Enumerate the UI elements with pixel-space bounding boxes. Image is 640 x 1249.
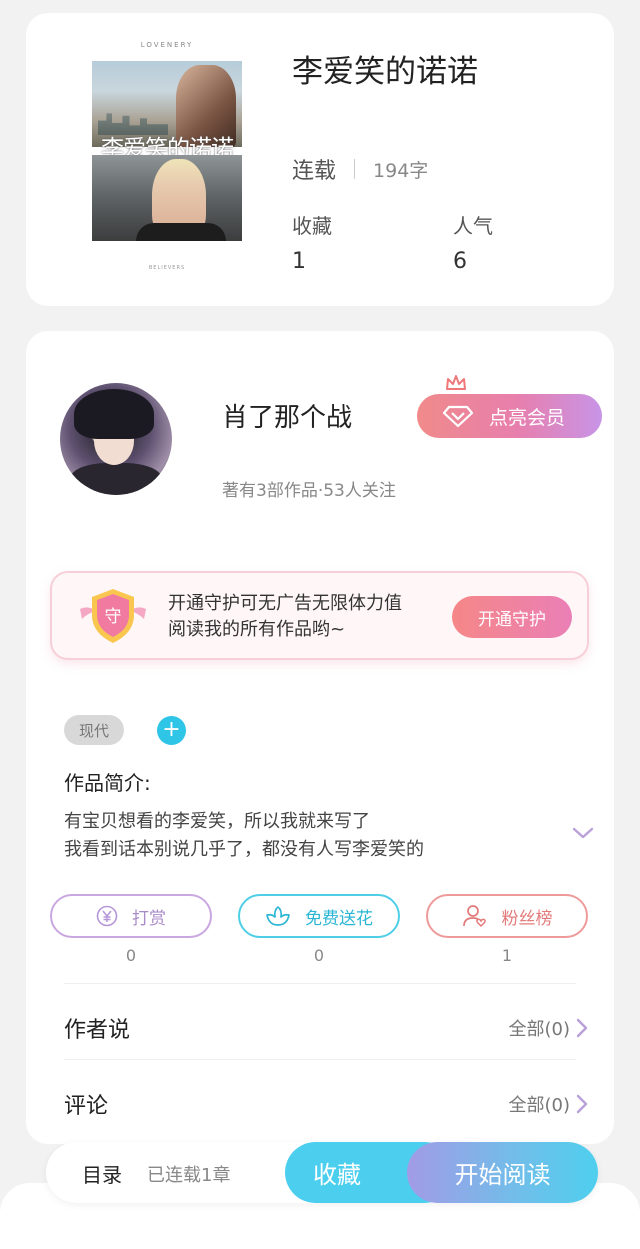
author-info: 著有3部作品·53人关注 <box>222 481 396 501</box>
favorites-value: 1 <box>292 249 306 274</box>
cover-photo-bottom <box>92 155 242 241</box>
open-guard-button[interactable]: 开通守护 <box>452 596 572 638</box>
add-tag-button[interactable]: + <box>157 716 186 745</box>
divider <box>64 983 576 984</box>
svg-text:守: 守 <box>105 607 122 627</box>
guard-shield-icon: 守 <box>76 585 150 645</box>
table-of-contents-button[interactable]: 目录 <box>82 1159 122 1188</box>
chevron-right-icon <box>576 1018 588 1038</box>
send-flower-button[interactable]: 免费送花 <box>238 894 400 938</box>
vip-button[interactable]: 点亮会员 <box>417 375 602 438</box>
guard-banner: 守 开通守护可无广告无限体力值 阅读我的所有作品哟~ 开通守护 <box>50 571 589 660</box>
yuan-icon <box>96 905 118 927</box>
bottom-action-bar: 目录 已连载1章 收藏 开始阅读 <box>46 1142 598 1203</box>
fans-ranking-label: 粉丝榜 <box>501 908 553 929</box>
guard-line-2: 阅读我的所有作品哟~ <box>168 619 346 640</box>
intro-text: 有宝贝想看的李爱笑，所以我就来写了 我看到话本别说几乎了，都没有人写李爱笑的 <box>64 808 424 864</box>
popularity-label: 人气 <box>453 214 493 238</box>
flower-icon <box>265 905 291 927</box>
comments-more-label: 全部(0) <box>508 1095 571 1116</box>
tip-label: 打赏 <box>132 908 166 929</box>
start-reading-button[interactable]: 开始阅读 <box>407 1142 598 1203</box>
fans-icon <box>462 904 488 928</box>
send-flower-label: 免费送花 <box>305 908 373 929</box>
book-cover[interactable]: LOVENERY 李爱笑的诺诺 BELIEVERS <box>92 37 242 277</box>
favorites-label: 收藏 <box>292 214 332 238</box>
book-meta: 连载 194字 <box>292 153 428 185</box>
author-says-title: 作者说 <box>64 1018 131 1043</box>
book-status: 连载 <box>292 159 337 184</box>
fans-count: 1 <box>501 946 513 965</box>
author-says-more-label: 全部(0) <box>508 1019 571 1040</box>
cover-bottom-label: BELIEVERS <box>148 265 186 271</box>
intro-heading: 作品简介: <box>64 771 151 795</box>
popularity-value: 6 <box>453 249 467 274</box>
intro-line-2: 我看到话本别说几乎了，都没有人写李爱笑的 <box>64 839 424 860</box>
chevron-right-icon <box>576 1094 588 1114</box>
comments-title: 评论 <box>64 1094 109 1119</box>
intro-line-1: 有宝贝想看的李爱笑，所以我就来写了 <box>64 811 370 832</box>
cover-top-label: LOVENERY <box>140 41 194 49</box>
genre-tag[interactable]: 现代 <box>64 715 124 745</box>
tip-count: 0 <box>125 946 137 965</box>
crown-icon <box>445 374 467 397</box>
guard-line-1: 开通守护可无广告无限体力值 <box>168 593 402 614</box>
book-info-card: LOVENERY 李爱笑的诺诺 BELIEVERS 李爱笑的诺诺 连载 194字… <box>26 13 614 306</box>
vip-button-label: 点亮会员 <box>489 406 566 429</box>
tip-button[interactable]: 打赏 <box>50 894 212 938</box>
author-avatar[interactable] <box>60 383 172 495</box>
meta-divider <box>354 159 356 179</box>
comments-more[interactable]: 全部(0) <box>509 1091 589 1117</box>
chevron-down-icon[interactable] <box>572 825 594 839</box>
book-word-count: 194字 <box>373 159 429 182</box>
chapter-status: 已连载1章 <box>147 1165 231 1186</box>
book-title: 李爱笑的诺诺 <box>292 54 478 90</box>
author-card: 肖了那个战 著有3部作品·53人关注 点亮会员 守 开通守护可无广告无限体力值 … <box>26 331 614 1144</box>
author-name[interactable]: 肖了那个战 <box>222 397 352 434</box>
diamond-icon <box>443 404 473 428</box>
fans-ranking-button[interactable]: 粉丝榜 <box>426 894 588 938</box>
divider <box>64 1059 576 1060</box>
author-says-more[interactable]: 全部(0) <box>509 1015 589 1041</box>
flower-count: 0 <box>313 946 325 965</box>
guard-description: 开通守护可无广告无限体力值 阅读我的所有作品哟~ <box>168 591 402 643</box>
